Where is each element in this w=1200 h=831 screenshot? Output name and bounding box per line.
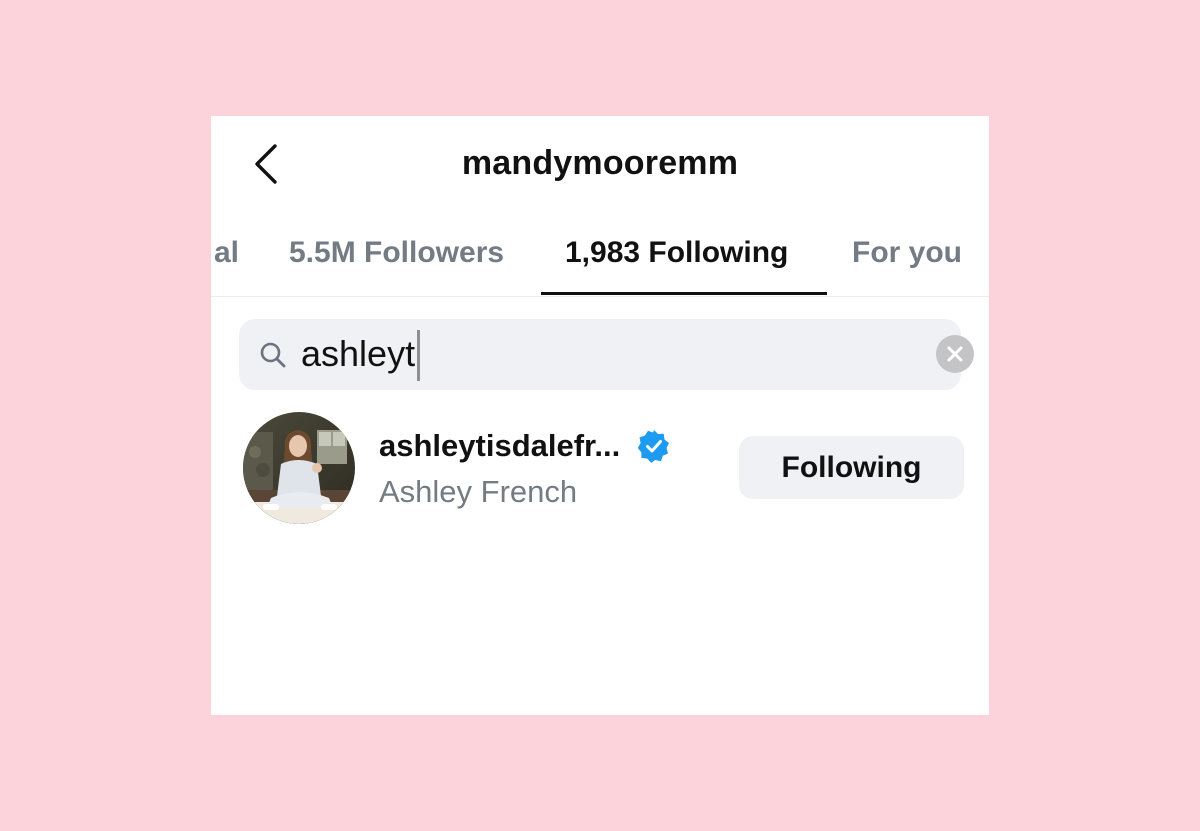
tab-bar: al 5.5M Followers 1,983 Following For yo… <box>211 220 989 297</box>
avatar[interactable] <box>243 412 355 524</box>
avatar-photo <box>243 412 355 524</box>
app-screen: mandymooremm al 5.5M Followers 1,983 Fol… <box>211 116 989 715</box>
tab-partial[interactable]: al <box>214 236 239 270</box>
search-input[interactable] <box>301 331 761 377</box>
page-title: mandymooremm <box>461 144 739 182</box>
list-item[interactable]: ashleytisdalefr... Ashley French Followi… <box>211 406 989 536</box>
username-link[interactable]: ashleytisdalefr... <box>379 428 671 468</box>
search-icon <box>260 342 286 368</box>
text-caret <box>417 330 420 381</box>
active-tab-indicator <box>541 292 827 295</box>
search-bar[interactable] <box>239 319 974 390</box>
clear-search-button[interactable] <box>936 335 974 373</box>
username: ashleytisdalefr... <box>379 428 621 463</box>
tab-following[interactable]: 1,983 Following <box>565 236 788 270</box>
tab-followers[interactable]: 5.5M Followers <box>289 236 504 270</box>
following-button[interactable]: Following <box>739 436 964 499</box>
tab-for-you[interactable]: For you <box>852 236 962 270</box>
clear-icon <box>947 346 963 362</box>
full-name: Ashley French <box>379 474 578 509</box>
verified-badge-icon <box>637 430 669 463</box>
